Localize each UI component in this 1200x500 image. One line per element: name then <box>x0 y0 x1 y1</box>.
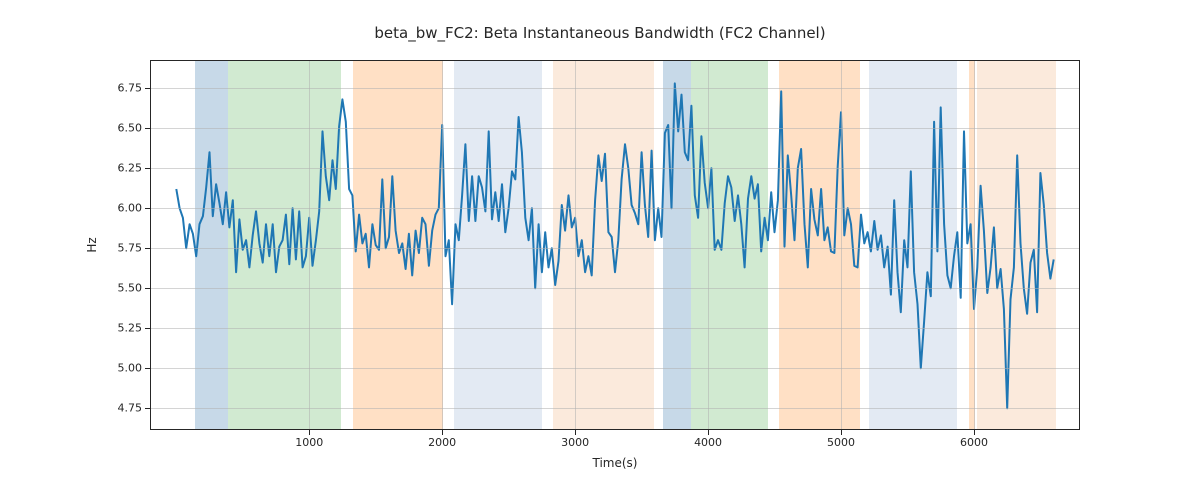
x-tick-label: 4000 <box>694 436 722 449</box>
y-tick-label: 5.50 <box>102 282 142 295</box>
gridline-v <box>442 61 443 429</box>
gridline-v <box>309 61 310 429</box>
y-tick-mark <box>145 248 150 249</box>
gridline-h <box>151 208 1079 209</box>
x-tick-label: 6000 <box>960 436 988 449</box>
gridline-h <box>151 288 1079 289</box>
y-tick-mark <box>145 168 150 169</box>
y-tick-label: 5.25 <box>102 322 142 335</box>
y-tick-label: 4.75 <box>102 402 142 415</box>
plot-area <box>150 60 1080 430</box>
gridline-v <box>974 61 975 429</box>
gridline-h <box>151 128 1079 129</box>
gridline-h <box>151 248 1079 249</box>
x-tick-mark <box>442 430 443 435</box>
chart-title: beta_bw_FC2: Beta Instantaneous Bandwidt… <box>0 24 1200 42</box>
gridline-h <box>151 88 1079 89</box>
x-tick-mark <box>708 430 709 435</box>
x-tick-label: 2000 <box>428 436 456 449</box>
y-tick-mark <box>145 88 150 89</box>
gridline-v <box>708 61 709 429</box>
y-tick-label: 5.00 <box>102 362 142 375</box>
x-tick-mark <box>575 430 576 435</box>
x-tick-mark <box>974 430 975 435</box>
x-tick-mark <box>841 430 842 435</box>
x-tick-mark <box>309 430 310 435</box>
y-tick-label: 5.75 <box>102 242 142 255</box>
x-tick-label: 1000 <box>295 436 323 449</box>
gridline-v <box>575 61 576 429</box>
y-tick-label: 6.00 <box>102 202 142 215</box>
figure: beta_bw_FC2: Beta Instantaneous Bandwidt… <box>0 0 1200 500</box>
y-tick-mark <box>145 208 150 209</box>
y-axis-label: Hz <box>85 237 99 252</box>
y-tick-label: 6.25 <box>102 162 142 175</box>
x-tick-label: 3000 <box>561 436 589 449</box>
y-tick-mark <box>145 368 150 369</box>
gridline-h <box>151 168 1079 169</box>
y-tick-mark <box>145 128 150 129</box>
line-series <box>151 61 1079 429</box>
y-tick-mark <box>145 408 150 409</box>
y-tick-label: 6.75 <box>102 82 142 95</box>
y-tick-mark <box>145 328 150 329</box>
y-tick-mark <box>145 288 150 289</box>
x-axis-label: Time(s) <box>593 456 638 470</box>
y-tick-label: 6.50 <box>102 122 142 135</box>
x-tick-label: 5000 <box>827 436 855 449</box>
gridline-h <box>151 328 1079 329</box>
gridline-h <box>151 408 1079 409</box>
gridline-h <box>151 368 1079 369</box>
gridline-v <box>841 61 842 429</box>
